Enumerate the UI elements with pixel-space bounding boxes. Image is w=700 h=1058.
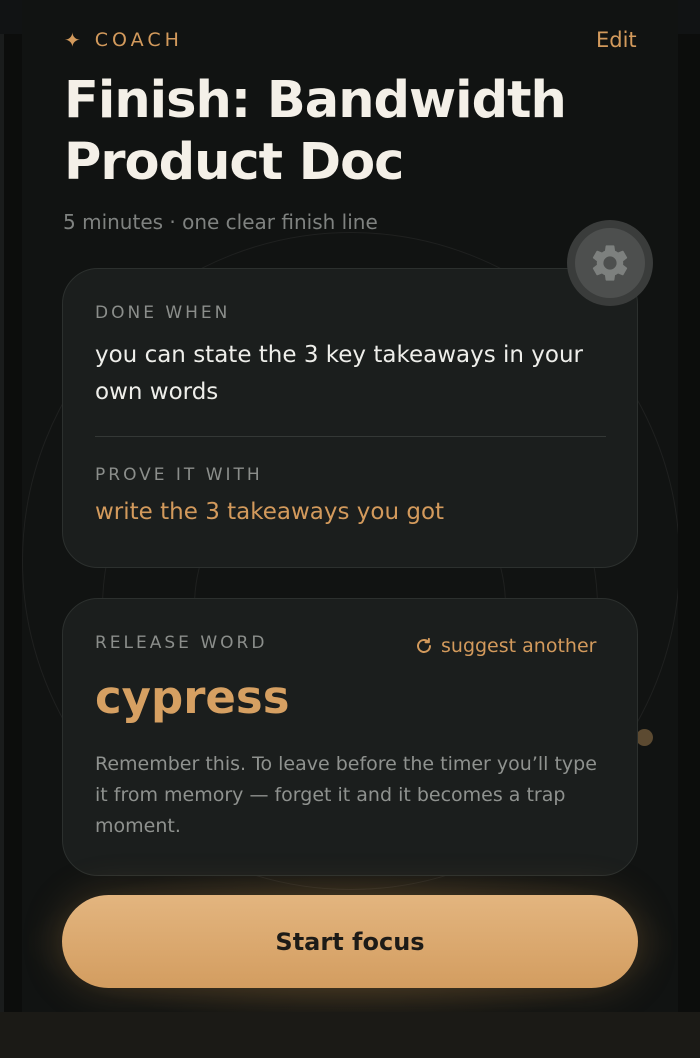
refresh-icon <box>417 637 431 653</box>
page-title: Finish: Bandwidth Product Doc <box>64 71 567 192</box>
settings-button-inner <box>575 228 645 298</box>
coach-label: COACH <box>94 29 183 51</box>
sparkle-icon: ✦ <box>64 28 81 52</box>
release-word-description: Remember this. To leave before the timer… <box>95 753 597 837</box>
suggest-another-button[interactable]: suggest another <box>415 635 596 657</box>
done-when-card: DONE WHEN you can state the 3 key takeaw… <box>62 268 638 568</box>
start-focus-button[interactable]: Start focus <box>62 895 638 988</box>
gear-icon <box>592 245 628 281</box>
coach-screen: ✦ COACH Edit Finish: Bandwidth Product D… <box>22 0 678 1012</box>
coach-eyebrow: ✦ COACH <box>64 28 183 52</box>
prove-it-label: PROVE IT WITH <box>95 465 263 485</box>
release-word: cypress <box>95 671 290 724</box>
timer-progress-dot <box>636 729 653 746</box>
prove-it-text: write the 3 takeaways you got <box>95 499 445 525</box>
done-when-label: DONE WHEN <box>95 303 231 323</box>
card-divider <box>95 436 606 437</box>
bottom-strip <box>0 1012 700 1058</box>
settings-button[interactable] <box>567 220 653 306</box>
done-when-text: you can state the 3 key takeaways in you… <box>95 342 584 405</box>
edit-button[interactable]: Edit <box>596 28 637 52</box>
suggest-another-label: suggest another <box>441 635 597 657</box>
left-edge <box>0 34 4 1012</box>
page-subtitle: 5 minutes · one clear finish line <box>63 210 378 234</box>
release-word-label: RELEASE WORD <box>95 633 268 653</box>
release-word-card: RELEASE WORD suggest another cypress Rem… <box>62 598 638 876</box>
